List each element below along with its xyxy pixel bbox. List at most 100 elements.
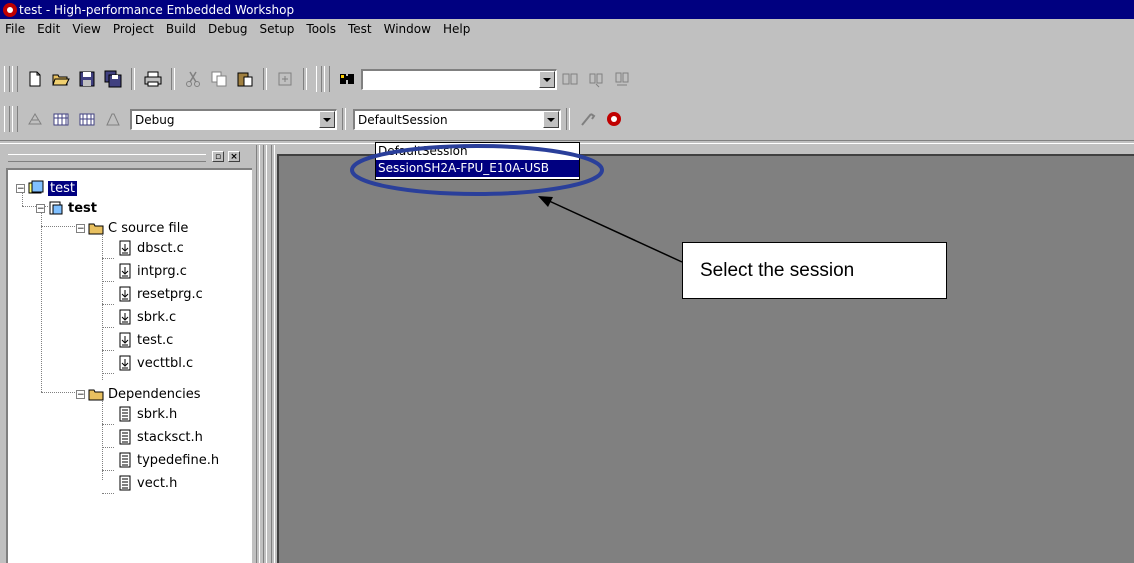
open-folder-icon[interactable] (50, 68, 72, 90)
file-label: vecttbl.c (137, 355, 194, 371)
file-label: dbsct.c (137, 240, 184, 256)
tree-file-node[interactable]: test.c (102, 330, 173, 351)
tree-file-node[interactable]: dbsct.c (102, 238, 184, 259)
connect-target-icon[interactable] (603, 108, 625, 130)
tree-connector (102, 349, 114, 351)
menu-project[interactable]: Project (107, 22, 160, 36)
c-file-icon (116, 286, 134, 302)
find-combo[interactable] (361, 68, 557, 90)
project-tree: − test − test − C source file dbsct.c in… (6, 168, 252, 563)
menu-help[interactable]: Help (437, 22, 476, 36)
save-all-icon[interactable] (102, 68, 124, 90)
tree-folder-c-source[interactable]: − C source file (76, 218, 188, 238)
session-option[interactable]: DefaultSession (376, 143, 579, 160)
collapse-icon[interactable]: − (16, 183, 25, 193)
tree-file-node[interactable]: intprg.c (102, 261, 187, 282)
chevron-down-icon[interactable] (539, 71, 555, 88)
toolbar-grip[interactable] (12, 106, 18, 132)
hew-app-icon (3, 2, 17, 17)
file-label: vect.h (137, 475, 178, 491)
tree-file-node[interactable]: vecttbl.c (102, 353, 194, 374)
file-label: sbrk.h (137, 406, 178, 422)
tree-file-node[interactable]: resetprg.c (102, 284, 203, 305)
tree-connector (41, 212, 42, 392)
tree-file-node[interactable]: vect.h (102, 473, 178, 494)
workspace-panel-header[interactable]: ▫ × (6, 150, 252, 164)
insert-icon[interactable] (274, 68, 296, 90)
menu-debug[interactable]: Debug (202, 22, 253, 36)
splitter-line (271, 145, 275, 563)
c-file-icon (116, 309, 134, 325)
chevron-down-icon[interactable] (319, 111, 335, 128)
tree-folder-dependencies[interactable]: − Dependencies (76, 384, 201, 404)
standard-toolbar (0, 63, 635, 95)
project-icon (47, 200, 65, 216)
tree-file-node[interactable]: sbrk.h (102, 404, 178, 425)
app-window: test - High-performance Embedded Worksho… (0, 0, 1134, 563)
chevron-down-icon[interactable] (543, 111, 559, 128)
tree-file-node[interactable]: sbrk.c (102, 307, 176, 328)
toolbar-grip[interactable] (4, 106, 10, 132)
h-file-icon (116, 429, 134, 445)
session-combo[interactable]: DefaultSession (353, 108, 561, 130)
restore-icon[interactable]: ▫ (212, 151, 224, 162)
title-bar: test - High-performance Embedded Worksho… (0, 0, 1134, 19)
tree-file-node[interactable]: stacksct.h (102, 427, 203, 448)
tree-connector (102, 423, 114, 425)
collapse-icon[interactable]: − (76, 223, 85, 233)
menu-view[interactable]: View (66, 22, 106, 36)
new-file-icon[interactable] (24, 68, 46, 90)
debug-settings-icon[interactable] (577, 108, 599, 130)
file-label: stacksct.h (137, 429, 203, 445)
toolbar-grip[interactable] (4, 66, 10, 92)
build-icon[interactable] (50, 108, 72, 130)
session-option-highlighted[interactable]: SessionSH2A-FPU_E10A-USB (376, 160, 579, 177)
tree-workspace-node[interactable]: − test (16, 178, 77, 198)
tree-connector (102, 280, 114, 282)
tree-connector (102, 257, 114, 259)
workspace-label: test (48, 180, 77, 196)
panel-grip[interactable] (8, 154, 206, 162)
tree-project-node[interactable]: − test (36, 198, 97, 218)
workspace-panel: ▫ × − test − test − C source file dbsct.… (6, 150, 252, 563)
toolbar-grip[interactable] (12, 66, 18, 92)
paste-icon[interactable] (234, 68, 256, 90)
tree-connector (102, 372, 114, 374)
tree-file-node[interactable]: typedefine.h (102, 450, 219, 471)
toolbar-grip[interactable] (324, 66, 330, 92)
compile-icon[interactable] (24, 108, 46, 130)
collapse-icon[interactable]: − (36, 203, 45, 213)
replace-icon[interactable] (611, 68, 633, 90)
menu-setup[interactable]: Setup (253, 22, 300, 36)
callout-text: Select the session (700, 259, 855, 281)
menu-file[interactable]: File (0, 22, 31, 36)
close-icon[interactable]: × (228, 151, 240, 162)
folder-icon (87, 386, 105, 402)
panel-splitter[interactable] (253, 145, 277, 563)
build-configuration-combo[interactable]: Debug (130, 108, 337, 130)
find-in-files-icon[interactable] (559, 68, 581, 90)
menu-test[interactable]: Test (342, 22, 378, 36)
c-file-icon (116, 332, 134, 348)
menu-window[interactable]: Window (378, 22, 437, 36)
toolbar-separator (303, 68, 307, 90)
menu-build[interactable]: Build (160, 22, 202, 36)
menu-edit[interactable]: Edit (31, 22, 66, 36)
find-next-icon[interactable] (585, 68, 607, 90)
folder-icon (87, 220, 105, 236)
build-configuration-value: Debug (135, 112, 175, 127)
print-icon[interactable] (142, 68, 164, 90)
toolbar-grip[interactable] (316, 66, 322, 92)
folder-label: Dependencies (108, 386, 201, 402)
stop-build-icon[interactable] (102, 108, 124, 130)
collapse-icon[interactable]: − (76, 389, 85, 399)
tree-connector (41, 226, 81, 227)
menu-tools[interactable]: Tools (300, 22, 342, 36)
save-icon[interactable] (76, 68, 98, 90)
copy-icon[interactable] (208, 68, 230, 90)
build-all-icon[interactable] (76, 108, 98, 130)
file-label: intprg.c (137, 263, 187, 279)
find-binoculars-icon[interactable] (336, 68, 358, 90)
cut-icon[interactable] (182, 68, 204, 90)
tree-connector (102, 469, 114, 471)
